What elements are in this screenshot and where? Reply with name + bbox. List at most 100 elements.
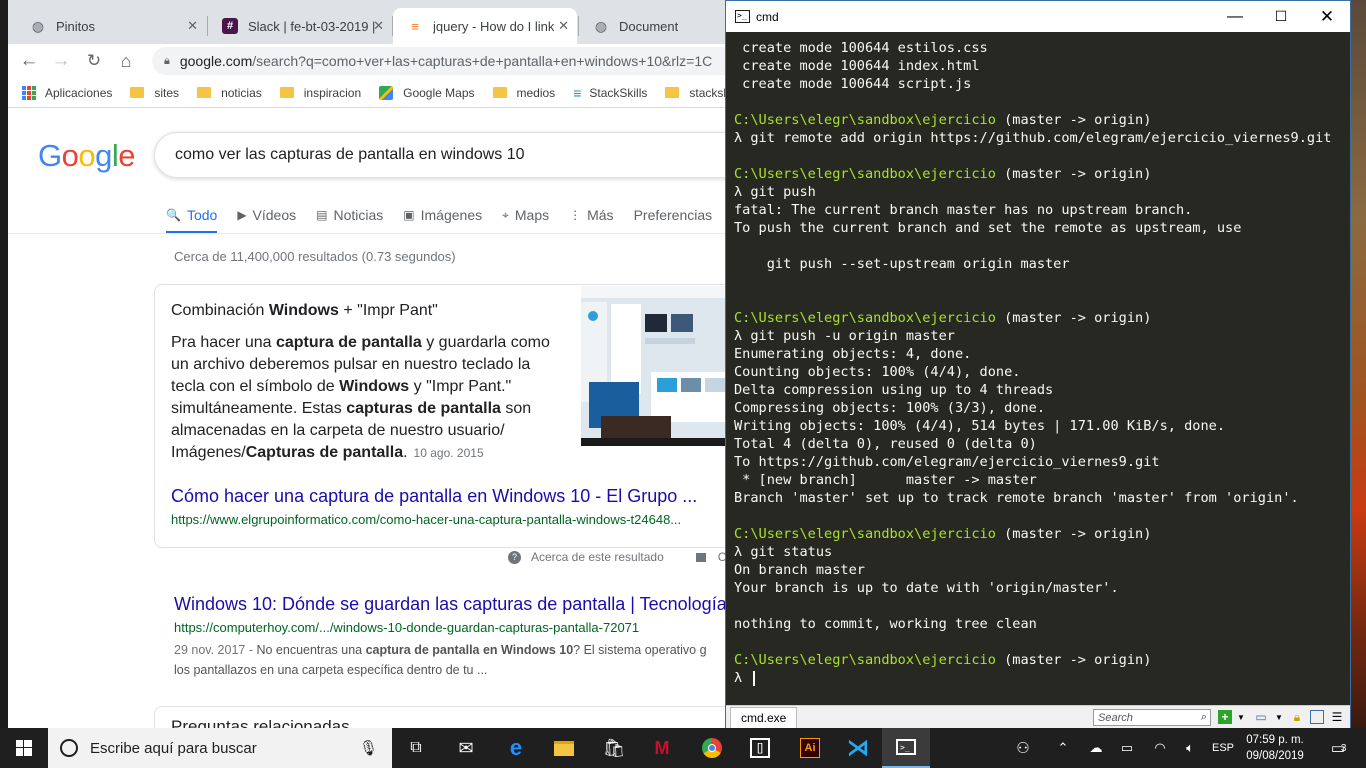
language-indicator[interactable]: ESP bbox=[1208, 728, 1238, 768]
address-bar[interactable]: 🔒︎ google.com/search?q=como+ver+las+capt… bbox=[152, 47, 728, 75]
bookmark-stackskills[interactable]: ≡ StackSkills bbox=[573, 85, 647, 101]
tab-stackoverflow[interactable]: ≡ jquery - How do I link ✕ bbox=[393, 8, 577, 44]
menu-icon[interactable]: ☰ bbox=[1330, 710, 1344, 724]
tab-document[interactable]: ◍ Document bbox=[579, 8, 728, 44]
result-url[interactable]: https://computerhoy.com/.../windows-10-d… bbox=[174, 620, 639, 635]
tab-label: Maps bbox=[514, 207, 550, 223]
tab-imagenes[interactable]: ▣ Imágenes bbox=[403, 204, 482, 234]
tab-maps[interactable]: ⌖ Maps bbox=[502, 204, 549, 234]
chevron-up-icon[interactable]: ⌃ bbox=[1050, 728, 1076, 768]
lock-icon: 🔒︎ bbox=[164, 54, 170, 67]
bookmark-google-maps[interactable]: Google Maps bbox=[379, 85, 475, 100]
forward-arrow-icon[interactable]: → bbox=[48, 48, 74, 74]
mail-icon[interactable]: ✉ bbox=[442, 728, 490, 768]
store-icon[interactable]: 🛍︎ bbox=[590, 728, 638, 768]
terminal-line: λ git push bbox=[734, 183, 1338, 201]
search-input[interactable]: como ver las capturas de pantalla en win… bbox=[154, 132, 728, 178]
file-explorer-icon[interactable] bbox=[540, 728, 588, 768]
tab-mas[interactable]: ⋮ Más bbox=[569, 204, 613, 234]
close-icon[interactable]: ✕ bbox=[1304, 1, 1350, 32]
chrome-icon[interactable] bbox=[688, 728, 736, 768]
illustrator-icon[interactable]: Ai bbox=[786, 728, 834, 768]
help-icon[interactable]: ? bbox=[508, 550, 521, 564]
new-console-icon[interactable]: + bbox=[1218, 710, 1232, 724]
scrollbar[interactable] bbox=[1338, 32, 1350, 705]
close-tab-icon[interactable]: ✕ bbox=[187, 18, 198, 34]
home-icon[interactable]: ⌂ bbox=[113, 48, 139, 74]
wifi-icon[interactable]: ◠ bbox=[1146, 728, 1174, 768]
snippet-result-link[interactable]: Cómo hacer una captura de pantalla en Wi… bbox=[171, 486, 697, 507]
edge-icon[interactable]: e bbox=[492, 728, 540, 768]
task-view-icon[interactable]: ⧉ bbox=[392, 728, 440, 768]
start-button[interactable] bbox=[0, 728, 48, 768]
tab-title: Pinitos bbox=[56, 18, 96, 34]
reload-icon[interactable]: ↻ bbox=[81, 48, 107, 74]
battery-icon[interactable]: ▭ bbox=[1114, 728, 1140, 768]
microphone-icon[interactable]: 🎙︎ bbox=[359, 739, 378, 757]
app-icon[interactable]: [] bbox=[736, 728, 784, 768]
tab-todo[interactable]: 🔍 Todo bbox=[166, 204, 218, 234]
terminal-text: (master -> origin) bbox=[995, 310, 1152, 326]
action-center-icon[interactable]: ▭ 3 bbox=[1318, 728, 1358, 768]
bookmark-stackskills-folder[interactable]: stackskills bbox=[665, 86, 728, 100]
text-cursor bbox=[753, 670, 756, 686]
text-bold: capturas de pantalla bbox=[346, 400, 501, 417]
close-tab-icon[interactable]: ✕ bbox=[558, 18, 569, 34]
lock-icon[interactable]: 🔒︎ bbox=[1290, 710, 1304, 724]
back-arrow-icon[interactable]: ← bbox=[16, 48, 42, 74]
terminal-line: Compressing objects: 100% (3/3), done. bbox=[734, 399, 1338, 417]
minimize-icon[interactable]: — bbox=[1212, 1, 1258, 32]
maximize-icon[interactable]: ☐ bbox=[1258, 1, 1304, 32]
mcafee-icon[interactable]: M bbox=[638, 728, 686, 768]
terminal-text: fatal: The current branch master has no … bbox=[734, 202, 1193, 218]
terminal-line: λ git push -u origin master bbox=[734, 327, 1338, 345]
split-view-icon[interactable] bbox=[1310, 710, 1324, 724]
console-tab[interactable]: cmd.exe bbox=[730, 706, 798, 728]
console-search-input[interactable]: Search ⌕ bbox=[1093, 709, 1211, 726]
cloud-sync-icon[interactable]: ☁ bbox=[1082, 728, 1110, 768]
url-path: /search?q=como+ver+las+capturas+de+panta… bbox=[252, 53, 713, 69]
taskbar-search-input[interactable]: Escribe aquí para buscar 🎙︎ bbox=[48, 728, 392, 768]
tab-title: Slack | fe-bt-03-2019 | bbox=[248, 18, 376, 34]
tab-noticias[interactable]: ▤ Noticias bbox=[316, 204, 383, 234]
prompt-path: C:\Users\elegr\sandbox\ejercicio bbox=[734, 526, 996, 542]
cmd-taskbar-icon[interactable]: >_ bbox=[882, 728, 930, 768]
vscode-icon[interactable]: ⋊ bbox=[834, 728, 882, 768]
terminal-line: Total 4 (delta 0), reused 0 (delta 0) bbox=[734, 435, 1338, 453]
clock-time: 07:59 p. m. bbox=[1246, 734, 1304, 746]
tab-videos[interactable]: ▶ Vídeos bbox=[237, 204, 296, 234]
bookmark-label: noticias bbox=[221, 85, 262, 100]
layout-icon[interactable]: ▭ bbox=[1254, 710, 1268, 724]
bookmark-apps[interactable]: Aplicaciones bbox=[22, 85, 112, 100]
desktop: ◍ Pinitos ✕ # Slack | fe-bt-03-2019 | ✕ … bbox=[0, 0, 1366, 768]
volume-icon[interactable]: 🔈︎ bbox=[1176, 728, 1204, 768]
close-tab-icon[interactable]: ✕ bbox=[373, 18, 384, 34]
result-title-link[interactable]: Windows 10: Dónde se guardan las captura… bbox=[174, 594, 727, 615]
chevron-down-icon[interactable]: ▼ bbox=[1272, 710, 1286, 724]
tab-preferencias[interactable]: Preferencias bbox=[634, 204, 713, 234]
terminal-text: create mode 100644 script.js bbox=[734, 76, 972, 92]
people-icon[interactable]: ⚇ bbox=[1008, 728, 1038, 768]
tab-pinitos[interactable]: ◍ Pinitos ✕ bbox=[16, 8, 206, 44]
snippet-thumbnail-image[interactable] bbox=[581, 286, 728, 446]
terminal-output[interactable]: create mode 100644 estilos.css create mo… bbox=[726, 32, 1338, 705]
about-result-link[interactable]: Acerca de este resultado bbox=[531, 550, 664, 564]
chevron-down-icon[interactable]: ▼ bbox=[1234, 710, 1248, 724]
terminal-text: λ git push -u origin master bbox=[734, 328, 955, 344]
google-logo[interactable]: Google bbox=[38, 138, 136, 174]
bookmark-medios[interactable]: medios bbox=[492, 86, 555, 100]
bookmark-sites[interactable]: sites bbox=[130, 86, 179, 100]
snippet-result-url[interactable]: https://www.elgrupoinformatico.com/como-… bbox=[171, 512, 681, 527]
bracket-icon: [] bbox=[750, 738, 770, 758]
bookmark-noticias[interactable]: noticias bbox=[197, 86, 262, 100]
clock[interactable]: 07:59 p. m. 09/08/2019 bbox=[1244, 730, 1306, 766]
logo-letter: o bbox=[61, 138, 79, 173]
bookmark-inspiracion[interactable]: inspiracion bbox=[279, 86, 361, 100]
feedback-icon[interactable] bbox=[695, 552, 706, 562]
cmd-titlebar[interactable]: >_ cmd — ☐ ✕ bbox=[726, 1, 1350, 32]
tab-slack[interactable]: # Slack | fe-bt-03-2019 | ✕ bbox=[208, 8, 392, 44]
about-result-row: ? Acerca de este resultado Co bbox=[508, 550, 728, 564]
